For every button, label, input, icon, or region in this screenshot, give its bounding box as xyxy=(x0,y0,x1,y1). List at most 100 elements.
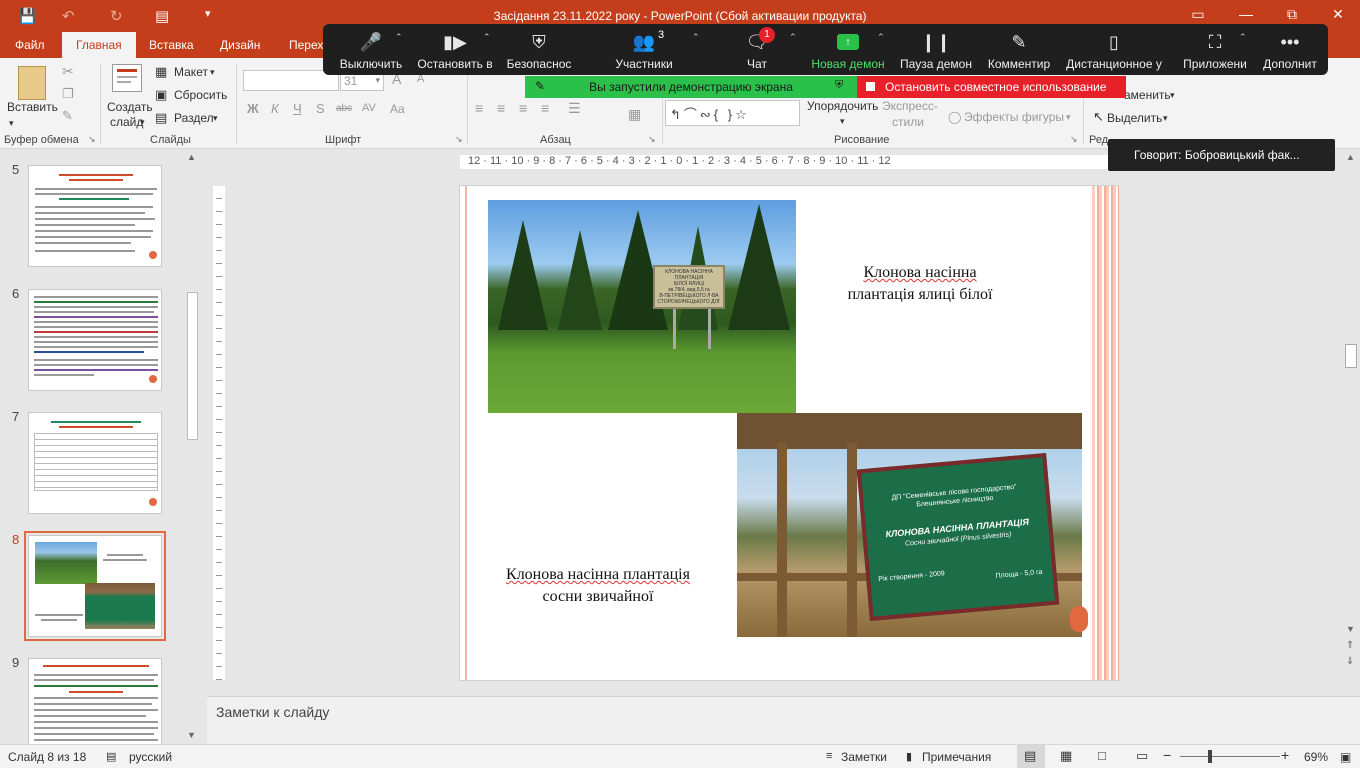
section-button[interactable]: Раздел xyxy=(174,111,214,125)
replace-button[interactable]: аменить xyxy=(1124,88,1171,102)
slide-canvas[interactable]: КЛОНОВА НАСІННА ПЛАНТАЦІЯ БІЛОЇ ЯЛИЦІ кв… xyxy=(459,185,1119,681)
arrange-button[interactable]: Упорядочить xyxy=(807,99,878,113)
paste-button[interactable]: Вставить xyxy=(7,100,58,114)
pause-share-button[interactable]: ❙❙ Пауза демон xyxy=(897,24,975,75)
select-dropdown-icon[interactable]: ▾ xyxy=(1163,113,1168,124)
scroll-down-icon[interactable]: ▼ xyxy=(1346,624,1355,634)
paragraph-launcher-icon[interactable]: ↘ xyxy=(648,134,656,145)
change-case-button[interactable]: Aa xyxy=(390,102,405,116)
columns-icon[interactable]: ☰ xyxy=(568,100,581,117)
comments-toggle[interactable]: Примечания xyxy=(922,750,991,764)
spellcheck-icon[interactable]: ▤ xyxy=(106,750,116,763)
select-cursor-icon[interactable]: ↖ xyxy=(1093,109,1104,125)
strikethrough-button[interactable]: abc xyxy=(336,103,352,114)
slide-thumbnail-6[interactable] xyxy=(28,289,162,391)
thumbnails-scrollbar[interactable]: ▲ ▼ xyxy=(185,152,201,742)
shape-effects-icon[interactable]: ◯ xyxy=(948,110,961,124)
tab-home[interactable]: Главная xyxy=(62,32,136,58)
stop-share-button[interactable]: Остановить совместное использование xyxy=(857,76,1126,98)
shadow-button[interactable]: S xyxy=(316,101,325,116)
thumbnails-scroll-thumb[interactable] xyxy=(187,292,198,440)
section-dropdown-icon[interactable]: ▾ xyxy=(213,113,218,124)
arrange-dropdown-icon[interactable]: ▾ xyxy=(840,116,845,127)
scroll-down-icon[interactable]: ▼ xyxy=(187,730,196,740)
slide-thumbnail-5[interactable] xyxy=(28,165,162,267)
editor-scroll-thumb[interactable] xyxy=(1345,344,1357,368)
underline-button[interactable]: Ч xyxy=(293,101,302,116)
layout-icon[interactable]: ▦ xyxy=(155,64,167,80)
italic-button[interactable]: К xyxy=(271,101,279,116)
font-launcher-icon[interactable]: ↘ xyxy=(455,134,463,145)
align-center-icon[interactable]: ≡ xyxy=(497,100,505,116)
notes-icon[interactable]: ≡ xyxy=(826,750,832,762)
clipboard-launcher-icon[interactable]: ↘ xyxy=(88,134,96,145)
annotate-button[interactable]: ✎ Комментир xyxy=(983,24,1055,75)
align-left-icon[interactable]: ≡ xyxy=(475,100,483,116)
maximize-icon[interactable]: ⧉ xyxy=(1282,6,1302,23)
tab-file[interactable]: Файл xyxy=(15,38,45,52)
chat-button[interactable]: 🗨 1 ⌃ Чат xyxy=(729,24,797,75)
new-slide-button[interactable]: Создать xyxy=(107,100,153,114)
cut-icon[interactable]: ✂ xyxy=(62,63,74,80)
language-label[interactable]: русский xyxy=(129,750,172,764)
zoom-slider[interactable] xyxy=(1180,756,1280,757)
more-button[interactable]: ••• Дополнит xyxy=(1257,24,1323,75)
editor-scrollbar[interactable]: ▲ ▼ ⇑ ⇓ xyxy=(1342,152,1360,672)
zoom-in-icon[interactable]: + xyxy=(1281,747,1289,763)
normal-view-button[interactable]: ▤ xyxy=(1017,745,1045,768)
section-icon[interactable]: ▤ xyxy=(155,110,167,126)
quick-styles-button-line2[interactable]: стили xyxy=(892,115,924,129)
format-painter-icon[interactable]: ✎ xyxy=(62,108,73,124)
notes-pane[interactable]: Заметки к слайду xyxy=(207,696,1360,744)
tab-design[interactable]: Дизайн xyxy=(220,38,260,52)
reading-view-icon[interactable]: □ xyxy=(1098,748,1106,763)
quick-styles-button[interactable]: Экспресс- xyxy=(882,99,938,113)
remote-control-button[interactable]: ▯ Дистанционное у xyxy=(1059,24,1169,75)
security-button[interactable]: ⛨ Безопаснос xyxy=(503,24,575,75)
comments-icon[interactable]: ▮ xyxy=(906,750,912,763)
previous-slide-icon[interactable]: ⇑ xyxy=(1346,640,1354,651)
zoom-out-icon[interactable]: − xyxy=(1163,747,1171,763)
select-button[interactable]: Выделить xyxy=(1107,111,1162,125)
slideshow-icon[interactable]: ▭ xyxy=(1136,748,1148,764)
reset-button[interactable]: Сбросить xyxy=(174,88,227,102)
new-share-button[interactable]: ↑ ⌃ Новая демон xyxy=(807,24,889,75)
layout-dropdown-icon[interactable]: ▾ xyxy=(210,67,215,78)
minimize-icon[interactable]: — xyxy=(1236,6,1256,22)
reset-icon[interactable]: ▣ xyxy=(155,87,167,103)
slide-thumbnail-8[interactable] xyxy=(24,531,166,641)
scroll-up-icon[interactable]: ▲ xyxy=(187,152,196,162)
notes-toggle[interactable]: Заметки xyxy=(841,750,887,764)
new-slide-dropdown-icon[interactable]: ▾ xyxy=(140,117,145,128)
shape-effects-button[interactable]: Эффекты фигуры xyxy=(964,110,1064,124)
fit-to-window-icon[interactable]: ▣ xyxy=(1340,750,1351,764)
layout-button[interactable]: Макет xyxy=(174,65,208,79)
new-slide-icon[interactable] xyxy=(112,64,142,92)
apps-button[interactable]: ⛶ ⌃ Приложени xyxy=(1177,24,1253,75)
shapes-gallery[interactable]: ↰⌒∾{ }☆ xyxy=(665,100,800,126)
zoom-slider-thumb[interactable] xyxy=(1208,750,1212,763)
drawing-launcher-icon[interactable]: ↘ xyxy=(1070,134,1078,145)
pin-icon[interactable]: ✎ xyxy=(535,79,545,93)
justify-icon[interactable]: ≡ xyxy=(541,100,549,116)
tab-transitions[interactable]: Перех xyxy=(289,38,323,52)
shape-effects-dropdown-icon[interactable]: ▾ xyxy=(1066,112,1071,123)
next-slide-icon[interactable]: ⇓ xyxy=(1346,656,1354,667)
notes-placeholder[interactable]: Заметки к слайду xyxy=(216,704,329,720)
align-right-icon[interactable]: ≡ xyxy=(519,100,527,116)
tab-insert[interactable]: Вставка xyxy=(149,38,194,52)
close-icon[interactable]: ✕ xyxy=(1328,6,1348,23)
bold-button[interactable]: Ж xyxy=(247,101,259,116)
scroll-up-icon[interactable]: ▲ xyxy=(1346,152,1355,162)
paste-icon[interactable] xyxy=(18,66,46,100)
slide-sorter-icon[interactable]: ▦ xyxy=(1060,748,1072,764)
convert-smartart-icon[interactable]: ▦ xyxy=(628,106,641,123)
copy-icon[interactable]: ❐ xyxy=(62,86,74,102)
zoom-level[interactable]: 69% xyxy=(1304,750,1328,764)
paste-dropdown-icon[interactable]: ▾ xyxy=(9,118,14,129)
participants-button[interactable]: 👥 3 ⌃ Участники xyxy=(606,24,699,75)
slide-thumbnail-7[interactable] xyxy=(28,412,162,514)
stop-video-button[interactable]: ▮▶ ⌃ Остановить в xyxy=(415,24,495,75)
new-slide-button-line2[interactable]: слайд xyxy=(110,115,143,129)
replace-dropdown-icon[interactable]: ▾ xyxy=(1170,90,1175,101)
